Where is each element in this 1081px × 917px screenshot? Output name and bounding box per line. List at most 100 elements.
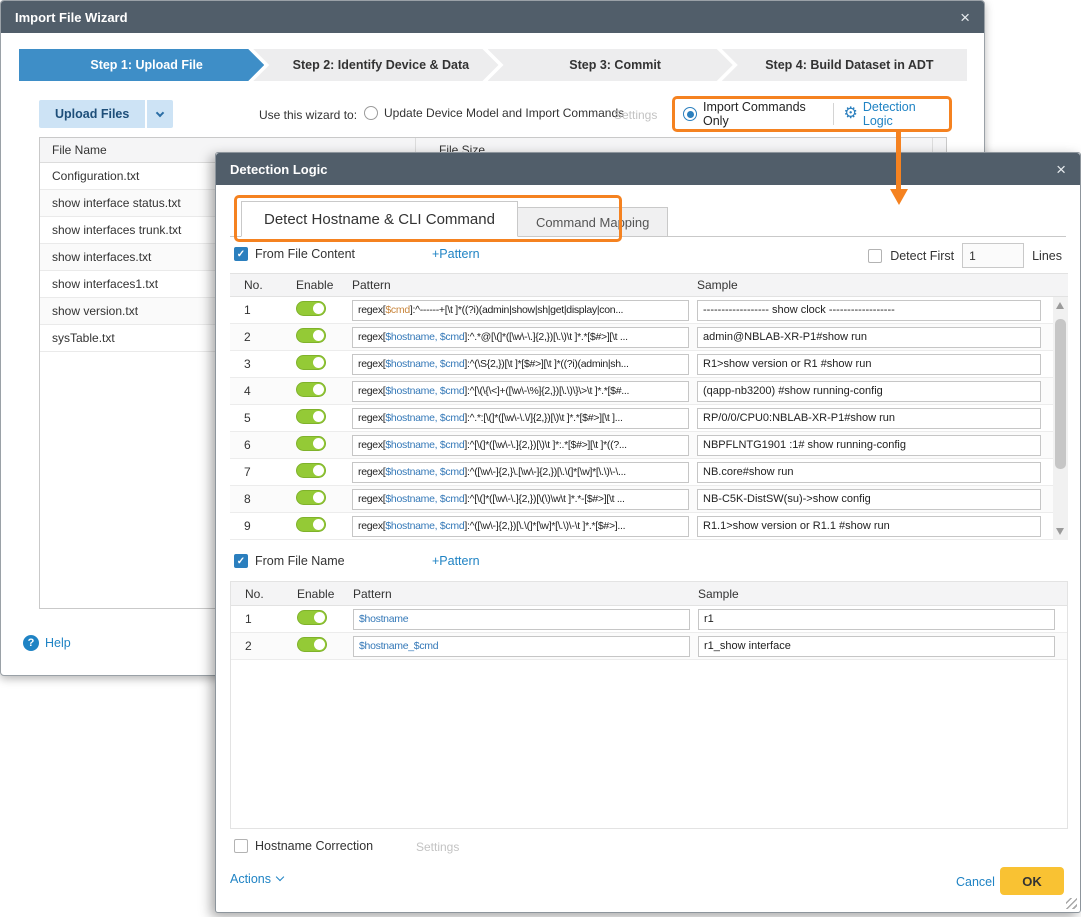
- sample-input[interactable]: NB.core#show run: [697, 462, 1041, 483]
- pattern-input[interactable]: regex[$hostname, $cmd]:^.*@[\(]*([\w\-\.…: [352, 327, 689, 348]
- enable-toggle[interactable]: [296, 301, 326, 316]
- enable-cell: [283, 382, 352, 400]
- detect-first-input[interactable]: [962, 243, 1024, 268]
- step-2-identify-device-data[interactable]: Step 2: Identify Device & Data: [253, 49, 498, 81]
- pattern-input[interactable]: regex[$hostname, $cmd]:^([\w\-]{2,}\.[\w…: [352, 462, 689, 483]
- resize-handle[interactable]: [1066, 898, 1077, 909]
- add-pattern-name-link[interactable]: +Pattern: [432, 554, 480, 568]
- pattern-variables: $hostname: [359, 613, 408, 625]
- radio-update-device-model[interactable]: Update Device Model and Import Commands: [364, 106, 624, 120]
- toggle-knob: [313, 438, 324, 449]
- sample-input[interactable]: NB-C5K-DistSW(su)->show config: [697, 489, 1041, 510]
- pattern-input[interactable]: regex[$cmd]:^------+[\t ]*((?i)(admin|sh…: [352, 300, 689, 321]
- pattern-variables: $hostname_$cmd: [359, 640, 438, 652]
- sample-input[interactable]: RP/0/0/CPU0:NBLAB-XR-P1#show run: [697, 408, 1041, 429]
- step-4-build-dataset-adt[interactable]: Step 4: Build Dataset in ADT: [722, 49, 967, 81]
- pattern-regex: ]:^[\(]*([\w\-\.]{2,})[\(\)\w\t ]*.*-[$#…: [464, 493, 624, 505]
- sample-cell: NB.core#show run: [697, 462, 1053, 483]
- radio-selected-icon[interactable]: [683, 107, 697, 121]
- scroll-up-icon[interactable]: [1056, 302, 1064, 309]
- toggle-knob: [313, 303, 324, 314]
- radio-import-commands-label[interactable]: Import Commands Only: [703, 100, 823, 128]
- upload-files-button[interactable]: Upload Files: [39, 100, 145, 128]
- sample-cell: (qapp-nb3200) #show running-config: [697, 381, 1053, 402]
- enable-toggle[interactable]: [296, 490, 326, 505]
- enable-toggle[interactable]: [296, 409, 326, 424]
- sample-input[interactable]: r1: [698, 609, 1055, 630]
- content-table-scrollbar[interactable]: [1053, 297, 1068, 540]
- pattern-input[interactable]: $hostname_$cmd: [353, 636, 690, 657]
- enable-cell: [283, 517, 352, 535]
- enable-toggle[interactable]: [296, 436, 326, 451]
- pattern-input[interactable]: regex[$hostname, $cmd]:^([\w\-]{2,})[\.\…: [352, 516, 689, 537]
- sample-input[interactable]: admin@NBLAB-XR-P1#show run: [697, 327, 1041, 348]
- sample-input[interactable]: r1_show interface: [698, 636, 1055, 657]
- pattern-regex: ]:^[\(]*([\w\-\.]{2,})[\)\t ]*:.*[$#>][\…: [464, 439, 626, 451]
- sample-cell: R1.1>show version or R1.1 #show run: [697, 516, 1053, 537]
- enable-cell: [283, 355, 352, 373]
- from-file-content-row: ✓ From File Content +Pattern: [234, 247, 355, 261]
- callout-arrow-shaft: [896, 132, 901, 190]
- wizard-title: Import File Wizard: [15, 10, 128, 25]
- pattern-cell: regex[$hostname, $cmd]:^.*@[\(]*([\w\-\.…: [352, 327, 697, 348]
- radio-unselected-icon[interactable]: [364, 106, 378, 120]
- detection-logic-link[interactable]: Detection Logic: [863, 100, 941, 128]
- from-file-content-checkbox[interactable]: ✓: [234, 247, 248, 261]
- hostname-correction-checkbox[interactable]: [234, 839, 248, 853]
- name-table-body: 1 $hostname r1 2 $hostname_$cmd r1_show …: [231, 606, 1067, 660]
- pattern-input[interactable]: regex[$hostname, $cmd]:^.*:[\(]*([\w\-\.…: [352, 408, 689, 429]
- pattern-row: 3 regex[$hostname, $cmd]:^(\S{2,})[\t ]*…: [230, 351, 1053, 378]
- enable-toggle[interactable]: [296, 328, 326, 343]
- pattern-row: 6 regex[$hostname, $cmd]:^[\(]*([\w\-\.]…: [230, 432, 1053, 459]
- sample-input[interactable]: R1>show version or R1 #show run: [697, 354, 1041, 375]
- enable-toggle[interactable]: [297, 637, 327, 652]
- from-file-name-label: From File Name: [255, 554, 345, 568]
- enable-toggle[interactable]: [296, 517, 326, 532]
- pattern-input[interactable]: regex[$hostname, $cmd]:^[\(\{\<]+([\w\-\…: [352, 381, 689, 402]
- row-number: 2: [231, 639, 284, 653]
- pattern-input[interactable]: regex[$hostname, $cmd]:^[\(]*([\w\-\.]{2…: [352, 489, 689, 510]
- scrollbar-thumb[interactable]: [1055, 319, 1066, 469]
- dialog-close-icon[interactable]: ×: [1056, 161, 1066, 178]
- upload-files-dropdown-button[interactable]: [147, 100, 173, 128]
- row-number: 9: [230, 519, 283, 533]
- enable-toggle[interactable]: [296, 463, 326, 478]
- step-3-commit[interactable]: Step 3: Commit: [488, 49, 733, 81]
- cancel-button[interactable]: Cancel: [956, 875, 995, 889]
- sample-input[interactable]: ------------------ show clock ----------…: [697, 300, 1041, 321]
- sample-input[interactable]: NBPFLNTG1901 :1# show running-config: [697, 435, 1041, 456]
- enable-toggle[interactable]: [296, 382, 326, 397]
- add-pattern-content-link[interactable]: +Pattern: [432, 247, 480, 261]
- scroll-down-icon[interactable]: [1056, 528, 1064, 535]
- pattern-row: 4 regex[$hostname, $cmd]:^[\(\{\<]+([\w\…: [230, 378, 1053, 405]
- pattern-input[interactable]: regex[$hostname, $cmd]:^[\(]*([\w\-\.]{2…: [352, 435, 689, 456]
- pattern-prefix: regex[: [358, 304, 385, 316]
- tab-detect-hostname-cli-command[interactable]: Detect Hostname & CLI Command: [241, 201, 518, 237]
- sample-cell: admin@NBLAB-XR-P1#show run: [697, 327, 1053, 348]
- sample-cell: R1>show version or R1 #show run: [697, 354, 1053, 375]
- actions-menu[interactable]: Actions: [230, 872, 283, 886]
- ok-button[interactable]: OK: [1000, 867, 1064, 895]
- pattern-row: 9 regex[$hostname, $cmd]:^([\w\-]{2,})[\…: [230, 513, 1053, 540]
- sample-input[interactable]: (qapp-nb3200) #show running-config: [697, 381, 1041, 402]
- pattern-cell: regex[$hostname, $cmd]:^([\w\-]{2,})[\.\…: [352, 516, 697, 537]
- toggle-knob: [313, 330, 324, 341]
- help-link[interactable]: ? Help: [23, 635, 71, 651]
- row-number: 8: [230, 492, 283, 506]
- step-1-upload-file[interactable]: Step 1: Upload File: [19, 49, 264, 81]
- enable-toggle[interactable]: [297, 610, 327, 625]
- pattern-input[interactable]: regex[$hostname, $cmd]:^(\S{2,})[\t ]*[$…: [352, 354, 689, 375]
- detect-first-checkbox[interactable]: [868, 249, 882, 263]
- from-file-name-checkbox[interactable]: ✓: [234, 554, 248, 568]
- upload-files-split-button[interactable]: Upload Files: [39, 100, 173, 128]
- sample-input[interactable]: R1.1>show version or R1.1 #show run: [697, 516, 1041, 537]
- sample-text: admin@NBLAB-XR-P1#show run: [703, 331, 867, 343]
- sample-text: NB.core#show run: [703, 466, 794, 478]
- tab-command-mapping[interactable]: Command Mapping: [518, 207, 668, 237]
- chevron-down-icon: [276, 873, 284, 881]
- pattern-input[interactable]: $hostname: [353, 609, 690, 630]
- enable-toggle[interactable]: [296, 355, 326, 370]
- actions-label[interactable]: Actions: [230, 872, 271, 886]
- wizard-close-icon[interactable]: ×: [960, 9, 970, 26]
- pattern-cell: regex[$hostname, $cmd]:^(\S{2,})[\t ]*[$…: [352, 354, 697, 375]
